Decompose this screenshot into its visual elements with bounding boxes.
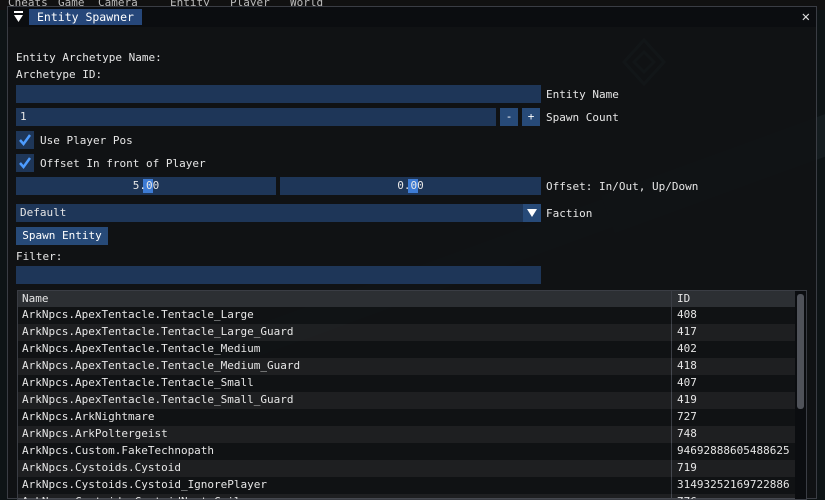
row-entity-name: ArkNpcs.ApexTentacle.Tentacle_Large xyxy=(22,308,254,321)
row-entity-name: ArkNpcs.ApexTentacle.Tentacle_Large_Guar… xyxy=(22,325,294,338)
entity-spawner-window: Entity Spawner ✕ Entity Archetype Name: … xyxy=(7,6,817,500)
offset-front-label: Offset In front of Player xyxy=(40,157,206,170)
entity-name-label: Entity Name xyxy=(546,88,619,101)
checkmark-icon xyxy=(19,134,32,147)
spawn-count-label: Spawn Count xyxy=(546,111,619,124)
checkmark-icon xyxy=(19,157,32,170)
table-header: Name ID xyxy=(18,291,796,307)
table-row[interactable]: ArkNpcs.Cystoids.Cystoid 719 xyxy=(18,460,796,477)
faction-label: Faction xyxy=(546,207,593,220)
table-row[interactable]: ArkNpcs.ApexTentacle.Tentacle_Small 407 xyxy=(18,375,796,392)
row-entity-id: 748 xyxy=(677,427,697,440)
window-title: Entity Spawner xyxy=(29,9,142,25)
table-row[interactable]: ArkNpcs.Cystoids.Cystoid_IgnorePlayer 314… xyxy=(18,477,796,494)
offset-label: Offset: In/Out, Up/Down xyxy=(546,180,699,193)
spawn-count-plus-button[interactable]: + xyxy=(522,108,540,126)
offset-updown-slider[interactable]: 0.00 xyxy=(280,177,541,195)
column-header-name[interactable]: Name xyxy=(22,292,49,305)
faction-select[interactable]: Default xyxy=(16,204,541,222)
filter-input[interactable] xyxy=(16,266,541,284)
row-entity-id: 31493252169722886 xyxy=(677,478,790,491)
row-entity-id: 776 xyxy=(677,495,797,499)
spawn-count-minus-button[interactable]: - xyxy=(500,108,518,126)
offset-inout-slider[interactable]: 5.00 xyxy=(16,177,276,195)
row-entity-name: ArkNpcs.ArkPoltergeist xyxy=(22,427,168,440)
use-player-pos-label: Use Player Pos xyxy=(40,134,133,147)
row-entity-id: 418 xyxy=(677,359,697,372)
row-entity-id: 408 xyxy=(677,308,697,321)
table-row[interactable]: ArkNpcs.ApexTentacle.Tentacle_Medium 402 xyxy=(18,341,796,358)
spawn-count-value: 1 xyxy=(20,110,27,123)
spawn-count-input[interactable]: 1 xyxy=(16,108,496,126)
archetype-name-label: Entity Archetype Name: xyxy=(16,51,162,64)
row-entity-id: 417 xyxy=(677,325,697,338)
collapse-arrow-icon[interactable] xyxy=(14,11,23,23)
archetype-id-label: Archetype ID: xyxy=(16,68,103,81)
table-row[interactable]: ArkNpcs.ApexTentacle.Tentacle_Large_Guar… xyxy=(18,324,796,341)
offset-inout-value: 5.00 xyxy=(132,179,160,192)
dropdown-arrow-icon[interactable] xyxy=(523,204,541,222)
table-row[interactable]: ArkNpcs.ApexTentacle.Tentacle_Medium_Gua… xyxy=(18,358,796,375)
use-player-pos-checkbox[interactable] xyxy=(16,131,34,149)
table-row[interactable]: ArkNpcs.Cystoids.CystoidNest_Coil 776 xyxy=(18,494,797,499)
offset-front-checkbox[interactable] xyxy=(16,154,34,172)
row-entity-name: ArkNpcs.Cystoids.Cystoid_IgnorePlayer xyxy=(22,478,268,491)
row-entity-name: ArkNpcs.Cystoids.CystoidNest_Coil xyxy=(22,495,667,499)
row-entity-name: ArkNpcs.Custom.FakeTechnopath xyxy=(22,444,215,457)
scrollbar-thumb[interactable] xyxy=(797,294,804,409)
row-entity-id: 727 xyxy=(677,410,697,423)
close-icon[interactable]: ✕ xyxy=(802,8,810,26)
row-entity-name: ArkNpcs.ApexTentacle.Tentacle_Medium xyxy=(22,342,261,355)
row-entity-name: ArkNpcs.ApexTentacle.Tentacle_Small_Guar… xyxy=(22,393,294,406)
filter-label: Filter: xyxy=(16,250,63,263)
row-entity-id: 419 xyxy=(677,393,697,406)
row-entity-name: ArkNpcs.Cystoids.Cystoid xyxy=(22,461,181,474)
row-entity-id: 94692888605488625 xyxy=(677,444,790,457)
table-row[interactable]: ArkNpcs.ArkPoltergeist 748 xyxy=(18,426,796,443)
entity-name-input[interactable] xyxy=(16,85,541,103)
entity-table: Name ID ArkNpcs.ApexTentacle.Tentacle_La… xyxy=(17,290,807,500)
table-scrollbar[interactable] xyxy=(795,291,806,499)
row-entity-id: 402 xyxy=(677,342,697,355)
table-row[interactable]: ArkNpcs.Custom.FakeTechnopath 94692888605… xyxy=(18,443,796,460)
spawn-entity-button[interactable]: Spawn Entity xyxy=(16,227,108,245)
row-entity-name: ArkNpcs.ApexTentacle.Tentacle_Small xyxy=(22,376,254,389)
row-entity-name: ArkNpcs.ArkNightmare xyxy=(22,410,155,423)
offset-updown-value: 0.00 xyxy=(397,179,424,192)
row-entity-id: 407 xyxy=(677,376,697,389)
row-entity-name: ArkNpcs.ApexTentacle.Tentacle_Medium_Gua… xyxy=(22,359,301,372)
table-row[interactable]: ArkNpcs.ArkNightmare 727 xyxy=(18,409,796,426)
column-header-id[interactable]: ID xyxy=(677,292,690,305)
row-entity-id: 719 xyxy=(677,461,697,474)
table-row[interactable]: ArkNpcs.ApexTentacle.Tentacle_Small_Guar… xyxy=(18,392,796,409)
window-titlebar[interactable]: Entity Spawner ✕ xyxy=(8,7,816,27)
faction-value: Default xyxy=(20,206,67,219)
table-row[interactable]: ArkNpcs.ApexTentacle.Tentacle_Large 408 xyxy=(18,307,796,324)
